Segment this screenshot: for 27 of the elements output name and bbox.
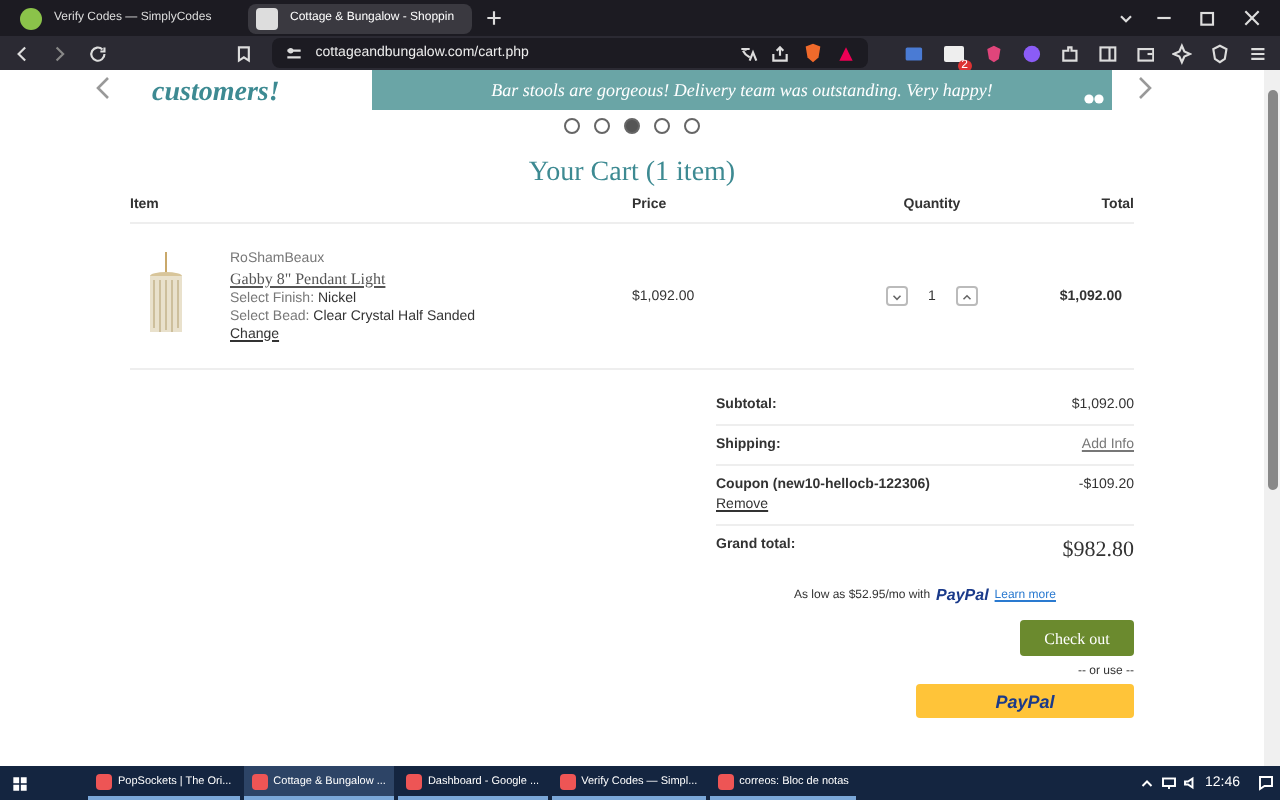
carousel-dot[interactable] <box>624 118 640 134</box>
site-info-icon[interactable] <box>283 43 304 63</box>
back-icon[interactable] <box>12 41 32 65</box>
paypal-button[interactable]: PayPal <box>916 684 1134 718</box>
plus-icon[interactable] <box>484 8 504 28</box>
sparkle-icon[interactable] <box>1172 41 1193 65</box>
carousel-dot[interactable] <box>654 118 670 134</box>
cart-title: Your Cart (1 item) <box>526 158 738 190</box>
carousel-dot[interactable] <box>684 118 700 134</box>
testimonial-tagline: customers! <box>152 78 282 110</box>
bookmark-icon[interactable] <box>233 41 254 65</box>
grand-total-value: $982.80 <box>1062 538 1134 562</box>
network-icon[interactable] <box>1160 774 1179 792</box>
carousel-dot[interactable] <box>564 118 580 134</box>
shield-icon[interactable] <box>1210 41 1231 65</box>
sidebar-icon[interactable] <box>1097 41 1118 65</box>
circle-icon[interactable] <box>1021 41 1042 65</box>
checkout-button[interactable]: Check out <box>1020 620 1134 656</box>
paypal-logo: PayPal <box>936 586 989 604</box>
product-name-link[interactable]: Gabby 8" Pendant Light <box>230 269 476 287</box>
carousel-dot[interactable] <box>594 118 610 134</box>
reload-icon[interactable] <box>87 41 108 65</box>
triangle-icon[interactable] <box>836 43 857 63</box>
testimonial-banner: Bar stools are gorgeous! Delivery team was outstanding. Very happy! <box>372 70 1112 110</box>
scrollbar-thumb[interactable] <box>1267 90 1277 490</box>
quote-icon <box>1084 94 1104 108</box>
share-icon[interactable] <box>770 43 791 63</box>
